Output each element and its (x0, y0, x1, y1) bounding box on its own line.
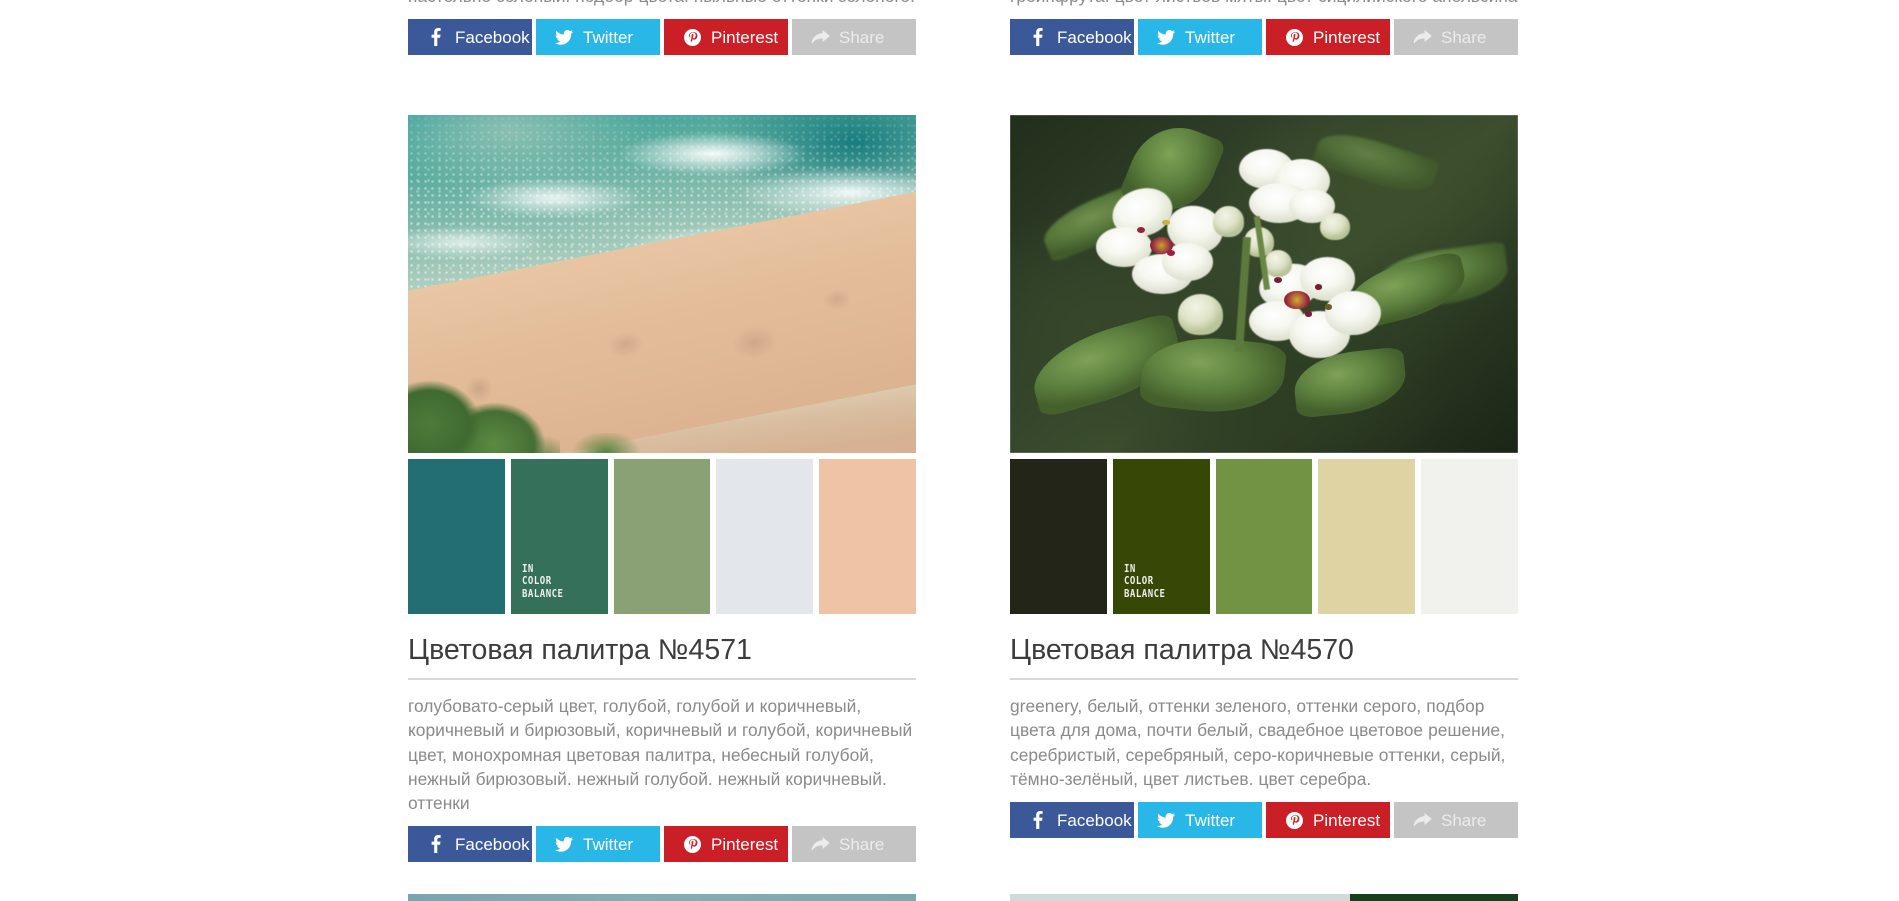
twitter-share-button[interactable]: Twitter (536, 826, 660, 863)
top-partial-row: пастельно-зелёный. подбор цвета. пыльные… (408, 0, 1518, 55)
palette-title[interactable]: Цветовая палитра №4570 (1010, 633, 1518, 680)
palette-grid: пастельно-зелёный. подбор цвета. пыльные… (408, 0, 1518, 863)
palette-description-block: голубовато-серый цвет, голубой, голубой … (408, 694, 916, 815)
share-arrow-icon (809, 835, 831, 853)
color-swatch[interactable] (613, 459, 711, 614)
palette-title[interactable]: Цветовая палитра №4571 (408, 633, 916, 680)
palette-photo-beach[interactable] (408, 115, 916, 453)
color-swatch[interactable] (1215, 459, 1313, 614)
share-arrow-icon (1411, 811, 1433, 829)
facebook-label: Facebook (455, 27, 530, 47)
share-label: Share (839, 834, 885, 854)
color-swatch[interactable] (819, 459, 916, 614)
description-tail-right: грейпфрута. цвет листьев мяты. цвет сици… (1010, 0, 1518, 8)
palette-card-4571: IN COLOR BALANCE Цветовая палитра №4571 … (408, 55, 916, 863)
facebook-share-button[interactable]: Facebook (1010, 802, 1134, 839)
palette-card-4570: IN COLOR BALANCE Цветовая палитра №4570 … (1010, 55, 1518, 839)
twitter-label: Twitter (583, 27, 634, 47)
description-text: грейпфрута. цвет листьев мяты. цвет сици… (1010, 0, 1518, 8)
facebook-share-button[interactable]: Facebook (1010, 19, 1134, 55)
palette-description: голубовато-серый цвет, голубой, голубой … (408, 696, 913, 814)
twitter-icon (1155, 811, 1177, 829)
color-swatch[interactable] (1318, 459, 1416, 614)
share-bar-top-left: Facebook Twitter Pinterest Share (408, 19, 916, 55)
pinterest-label: Pinterest (1313, 810, 1381, 830)
in-color-balance-watermark: IN COLOR BALANCE (521, 561, 564, 600)
share-bar-4570: Facebook Twitter Pinterest Share (1010, 802, 1518, 839)
twitter-icon (1155, 28, 1177, 46)
color-swatch[interactable] (1421, 459, 1518, 614)
in-color-balance-watermark: IN COLOR BALANCE (1123, 561, 1166, 600)
facebook-icon (1027, 811, 1049, 830)
color-swatch[interactable] (716, 459, 814, 614)
facebook-share-button[interactable]: Facebook (408, 826, 532, 863)
twitter-icon (553, 28, 575, 46)
partial-card-right: грейпфрута. цвет листьев мяты. цвет сици… (1010, 0, 1518, 55)
facebook-icon (1027, 28, 1049, 46)
facebook-label: Facebook (1057, 810, 1132, 830)
color-swatch[interactable]: IN COLOR BALANCE (510, 459, 608, 614)
share-label: Share (839, 27, 885, 47)
pinterest-icon (1283, 811, 1305, 829)
page-root: пастельно-зелёный. подбор цвета. пыльные… (0, 0, 1899, 901)
facebook-icon (425, 28, 447, 46)
pinterest-icon (681, 28, 703, 46)
pinterest-share-button[interactable]: Pinterest (664, 826, 788, 863)
more-share-button[interactable]: Share (1394, 802, 1518, 839)
facebook-label: Facebook (1057, 27, 1132, 47)
description-text: пастельно-зелёный. подбор цвета. пыльные… (408, 0, 916, 8)
color-swatch[interactable]: IN COLOR BALANCE (1112, 459, 1210, 614)
more-share-button[interactable]: Share (792, 19, 916, 55)
twitter-share-button[interactable]: Twitter (1138, 802, 1262, 839)
partial-photo-right[interactable] (1010, 894, 1518, 901)
more-share-button[interactable]: Share (1394, 19, 1518, 55)
pinterest-share-button[interactable]: Pinterest (1266, 802, 1390, 839)
pinterest-icon (681, 835, 703, 853)
pinterest-label: Pinterest (711, 27, 779, 47)
palette-photo-pear-blossom[interactable] (1010, 115, 1518, 453)
share-bar-top-right: Facebook Twitter Pinterest Share (1010, 19, 1518, 55)
pinterest-share-button[interactable]: Pinterest (1266, 19, 1390, 55)
color-swatch[interactable] (408, 459, 505, 614)
pinterest-icon (1283, 28, 1305, 46)
partial-photo-left[interactable] (408, 894, 916, 901)
palette-description-block: greenery, белый, оттенки зеленого, оттен… (1010, 694, 1518, 791)
share-bar-4571: Facebook Twitter Pinterest Share (408, 826, 916, 863)
twitter-label: Twitter (583, 834, 634, 854)
palette-description: greenery, белый, оттенки зеленого, оттен… (1010, 696, 1506, 789)
pinterest-label: Pinterest (1313, 27, 1381, 47)
twitter-icon (553, 835, 575, 853)
next-row-partial (408, 894, 1518, 901)
more-share-button[interactable]: Share (792, 826, 916, 863)
swatch-strip-4570: IN COLOR BALANCE (1010, 459, 1518, 614)
pinterest-label: Pinterest (711, 834, 779, 854)
twitter-label: Twitter (1185, 810, 1236, 830)
share-arrow-icon (809, 28, 831, 46)
facebook-label: Facebook (455, 834, 530, 854)
share-label: Share (1441, 810, 1487, 830)
palette-row: IN COLOR BALANCE Цветовая палитра №4571 … (408, 55, 1518, 863)
pinterest-share-button[interactable]: Pinterest (664, 19, 788, 55)
swatch-strip-4571: IN COLOR BALANCE (408, 459, 916, 614)
partial-card-left: пастельно-зелёный. подбор цвета. пыльные… (408, 0, 916, 55)
facebook-share-button[interactable]: Facebook (408, 19, 532, 55)
twitter-label: Twitter (1185, 27, 1236, 47)
share-label: Share (1441, 27, 1487, 47)
facebook-icon (425, 835, 447, 854)
description-tail-left: пастельно-зелёный. подбор цвета. пыльные… (408, 0, 916, 8)
twitter-share-button[interactable]: Twitter (536, 19, 660, 55)
share-arrow-icon (1411, 28, 1433, 46)
twitter-share-button[interactable]: Twitter (1138, 19, 1262, 55)
color-swatch[interactable] (1010, 459, 1107, 614)
